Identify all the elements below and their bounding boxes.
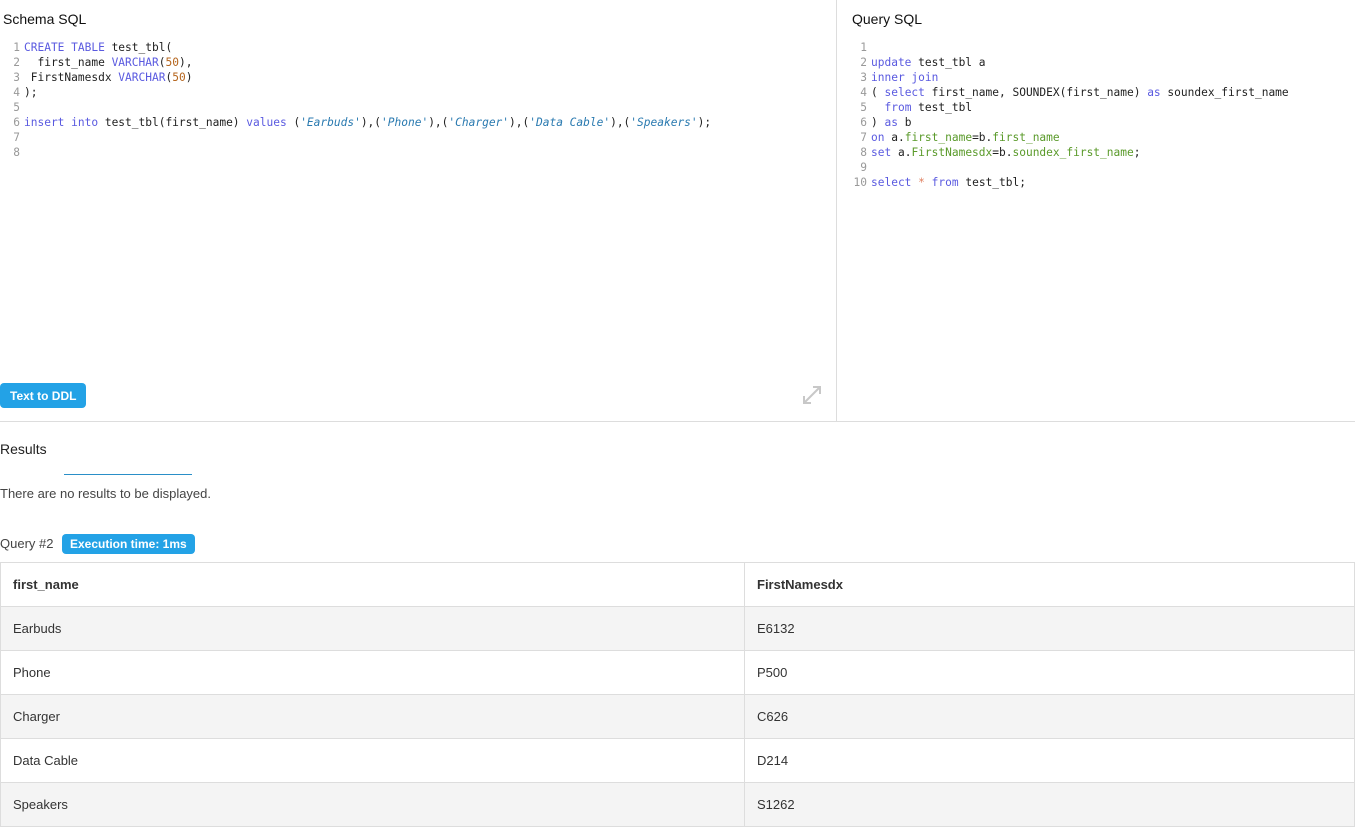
code-line: 6 insert into test_tbl(first_name) values… [0, 115, 711, 130]
schema-sql-pane: Schema SQL 1 CREATE TABLE test_tbl(2 firs… [0, 0, 837, 421]
code-line: 4 ( select first_name, SOUNDEX(first_name… [847, 85, 1289, 100]
line-number: 8 [13, 146, 20, 159]
table-cell: Phone [0, 650, 745, 695]
line-number: 4 [860, 86, 867, 99]
query-sql-editor[interactable]: 1 2 update test_tbl a 3 inner join 4 ( select … [847, 40, 1289, 190]
line-number: 4 [13, 86, 20, 99]
code-text: ); [24, 86, 38, 99]
results-underline [64, 474, 192, 475]
line-number: 1 [13, 41, 20, 54]
code-text: inner join [871, 71, 939, 84]
code-line: 3 FirstNamesdx VARCHAR(50) [0, 70, 711, 85]
code-line: 7 on a.first_name=b.first_name [847, 130, 1289, 145]
code-line: 5 [0, 100, 711, 115]
execution-time-badge: Execution time: 1ms [62, 534, 195, 554]
code-line: 8 [0, 145, 711, 160]
line-number: 8 [860, 146, 867, 159]
line-number: 1 [860, 41, 867, 54]
line-number: 5 [860, 101, 867, 114]
table-cell: S1262 [744, 782, 1355, 827]
table-cell: C626 [744, 694, 1355, 739]
no-results-message: There are no results to be displayed. [0, 486, 212, 501]
line-number: 7 [13, 131, 20, 144]
code-line: 2 update test_tbl a [847, 55, 1289, 70]
query-label: Query #2 [0, 536, 54, 551]
table-cell: Data Cable [0, 738, 745, 783]
line-number: 6 [13, 116, 20, 129]
code-text: on a.first_name=b.first_name [871, 131, 1060, 144]
line-number: 9 [860, 161, 867, 174]
table-cell: D214 [744, 738, 1355, 783]
query-sql-title: Query SQL [852, 11, 923, 27]
code-line: 5 from test_tbl [847, 100, 1289, 115]
pane-divider[interactable] [0, 421, 1355, 422]
schema-sql-editor[interactable]: 1 CREATE TABLE test_tbl(2 first_name VARC… [0, 40, 711, 160]
expand-icon[interactable] [800, 383, 824, 407]
table-cell: E6132 [744, 606, 1355, 651]
results-title: Results [0, 441, 47, 457]
code-text: FirstNamesdx VARCHAR(50) [24, 71, 193, 84]
code-line: 3 inner join [847, 70, 1289, 85]
line-number: 2 [13, 56, 20, 69]
table-header-row: first_name FirstNamesdx [0, 562, 1355, 607]
table-row: Speakers S1262 [0, 782, 1355, 827]
code-text: set a.FirstNamesdx=b.soundex_first_name; [871, 146, 1141, 159]
code-line: 1 CREATE TABLE test_tbl( [0, 40, 711, 55]
code-line: 10 select * from test_tbl; [847, 175, 1289, 190]
schema-sql-title: Schema SQL [3, 11, 87, 27]
code-text: CREATE TABLE test_tbl( [24, 41, 173, 54]
table-row: Earbuds E6132 [0, 606, 1355, 651]
code-text: ) as b [871, 116, 912, 129]
code-text: select * from test_tbl; [871, 176, 1026, 189]
line-number: 7 [860, 131, 867, 144]
line-number: 6 [860, 116, 867, 129]
results-table: first_name FirstNamesdx Earbuds E6132 Phon… [0, 562, 1355, 827]
table-row: Charger C626 [0, 694, 1355, 739]
table-cell: Charger [0, 694, 745, 739]
code-line: 2 first_name VARCHAR(50), [0, 55, 711, 70]
code-line: 6 ) as b [847, 115, 1289, 130]
line-number: 2 [860, 56, 867, 69]
line-number: 3 [860, 71, 867, 84]
column-header: first_name [0, 562, 745, 607]
code-line: 4); [0, 85, 711, 100]
table-cell: Speakers [0, 782, 745, 827]
code-line: 9 [847, 160, 1289, 175]
query-sql-pane: Query SQL 1 2 update test_tbl a 3 inner join… [837, 0, 1355, 421]
line-number: 3 [13, 71, 20, 84]
code-text: from test_tbl [884, 101, 973, 114]
code-text: ( select first_name, SOUNDEX(first_name)… [871, 86, 1289, 99]
code-line: 1 [847, 40, 1289, 55]
table-cell: Earbuds [0, 606, 745, 651]
code-line: 7 [0, 130, 711, 145]
line-number: 10 [853, 176, 867, 189]
column-header: FirstNamesdx [744, 562, 1355, 607]
line-number: 5 [13, 101, 20, 114]
text-to-ddl-button[interactable]: Text to DDL [0, 383, 87, 408]
code-text: first_name VARCHAR(50), [24, 56, 193, 69]
code-text: update test_tbl a [871, 56, 986, 69]
code-line: 8 set a.FirstNamesdx=b.soundex_first_name… [847, 145, 1289, 160]
table-row: Data Cable D214 [0, 738, 1355, 783]
table-cell: P500 [744, 650, 1355, 695]
code-text: insert into test_tbl(first_name) values … [24, 116, 712, 129]
table-row: Phone P500 [0, 650, 1355, 695]
